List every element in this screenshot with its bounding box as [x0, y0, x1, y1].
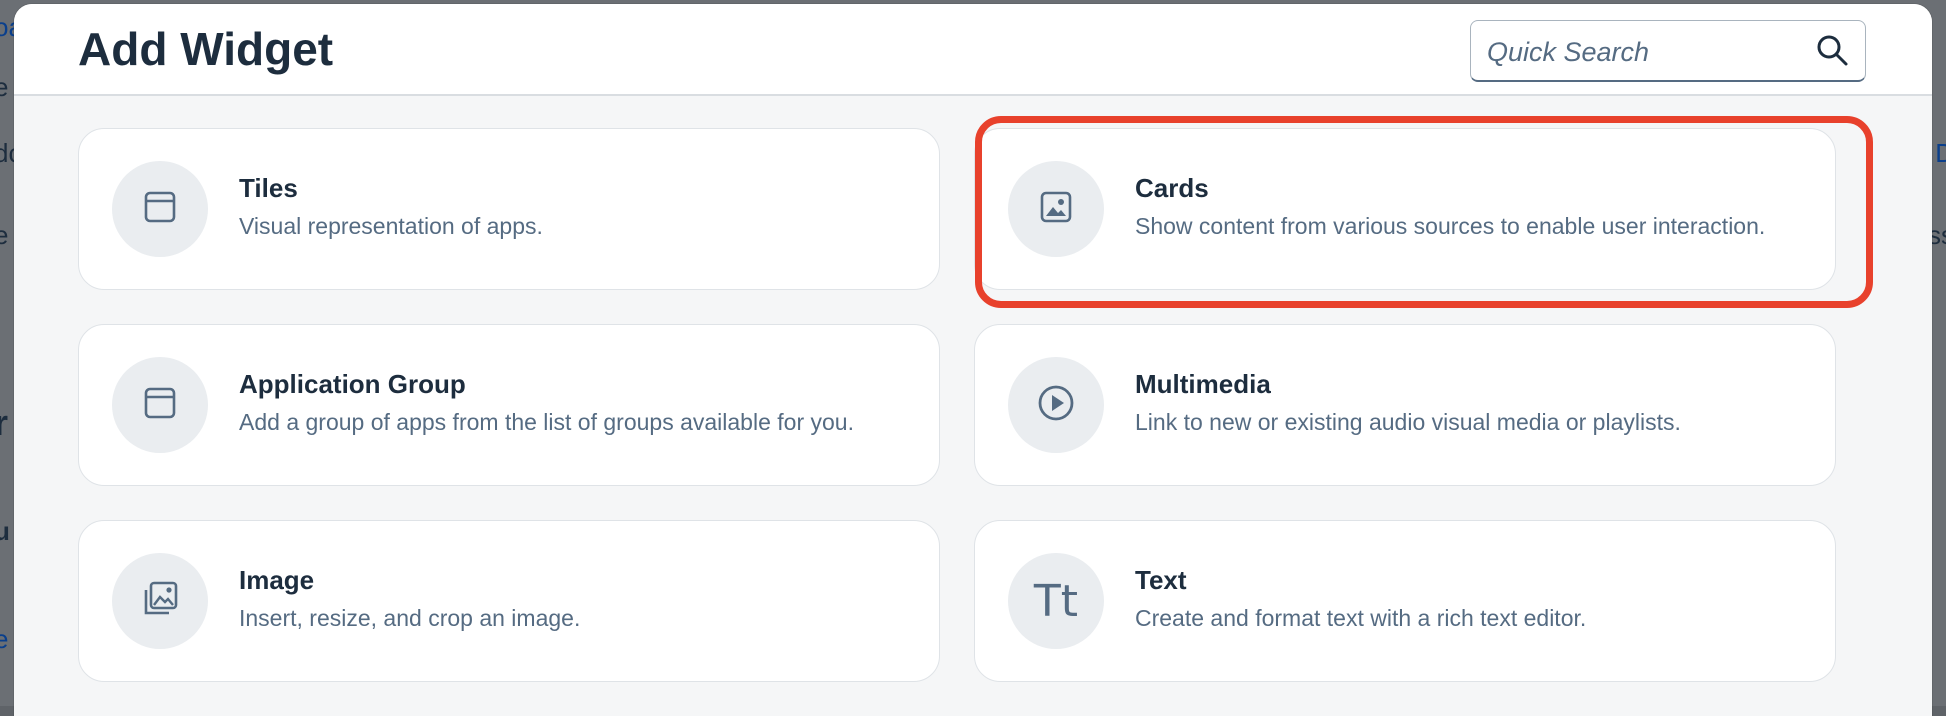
icon-container [1008, 161, 1104, 257]
tile-icon [143, 386, 177, 425]
widget-title: Image [239, 565, 315, 595]
widget-title: Text [1135, 565, 1187, 595]
widget-cards[interactable]: Cards Show content from various sources … [974, 128, 1836, 290]
widget-description: Show content from various sources to ena… [1135, 213, 1766, 239]
icon-container [112, 161, 208, 257]
background-text-fragment: D [1935, 138, 1946, 168]
widget-description: Insert, resize, and crop an image. [239, 605, 581, 631]
widget-description: Visual representation of apps. [239, 213, 543, 239]
quick-search-input[interactable] [1485, 31, 1809, 73]
card-image-icon [1039, 190, 1073, 229]
tile-icon [143, 190, 177, 229]
widget-title: Multimedia [1135, 369, 1271, 399]
add-widget-dialog: Add Widget Tiles Vis [14, 4, 1932, 716]
quick-search-field[interactable] [1470, 20, 1866, 82]
icon-container [112, 357, 208, 453]
widget-multimedia[interactable]: Multimedia Link to new or existing audio… [974, 324, 1836, 486]
search-icon[interactable] [1815, 33, 1849, 67]
widget-description: Add a group of apps from the list of gro… [239, 409, 854, 435]
widget-image[interactable]: Image Insert, resize, and crop an image. [78, 520, 940, 682]
background-text-fragment: e [0, 220, 9, 250]
icon-container: Tt [1008, 553, 1104, 649]
widget-description: Link to new or existing audio visual med… [1135, 409, 1681, 435]
widget-description: Create and format text with a rich text … [1135, 605, 1587, 631]
background-text-fragment: r [0, 402, 9, 443]
text-icon: Tt [1033, 575, 1079, 627]
widget-title: Application Group [239, 369, 466, 399]
widget-tiles[interactable]: Tiles Visual representation of apps. [78, 128, 940, 290]
widget-application-group[interactable]: Application Group Add a group of apps fr… [78, 324, 940, 486]
widget-title: Cards [1135, 173, 1209, 203]
dialog-header: Add Widget [14, 4, 1932, 96]
background-text-fragment: u [0, 516, 10, 546]
widget-text[interactable]: Tt Text Create and format text with a ri… [974, 520, 1836, 682]
icon-container [112, 553, 208, 649]
dialog-title: Add Widget [78, 23, 334, 75]
background-text-fragment: e [0, 72, 9, 102]
background-text-fragment: e [0, 624, 9, 654]
play-icon [1037, 384, 1075, 427]
widget-title: Tiles [239, 173, 298, 203]
icon-container [1008, 357, 1104, 453]
image-gallery-icon [141, 580, 179, 623]
